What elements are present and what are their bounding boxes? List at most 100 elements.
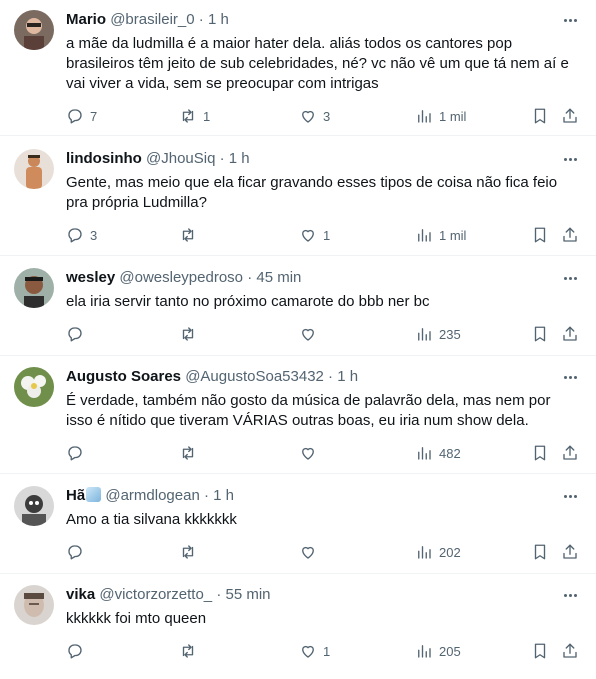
action-bar: 235 bbox=[66, 324, 580, 344]
views-count: 1 mil bbox=[439, 227, 467, 243]
tweet-header: lindosinho @JhouSiq · 1 h bbox=[66, 149, 556, 169]
reply-button[interactable]: 3 bbox=[66, 225, 97, 245]
user-handle[interactable]: @owesleypedroso bbox=[119, 269, 243, 286]
more-icon[interactable] bbox=[560, 369, 580, 385]
more-icon[interactable] bbox=[560, 151, 580, 167]
reply-feed: Mario @brasileir_0 · 1 h a mãe da ludmil… bbox=[0, 0, 596, 679]
timestamp[interactable]: 1 h bbox=[229, 150, 250, 167]
share-button[interactable] bbox=[561, 641, 579, 661]
views-button[interactable]: 1 mil bbox=[415, 106, 466, 126]
bookmark-button[interactable] bbox=[531, 225, 549, 245]
share-button[interactable] bbox=[561, 324, 579, 344]
tweet-text: a mãe da ludmilla é a maior hater dela. … bbox=[66, 35, 569, 92]
views-button[interactable]: 205 bbox=[415, 641, 461, 661]
bookmark-icon bbox=[534, 544, 546, 560]
tweet[interactable]: Mario @brasileir_0 · 1 h a mãe da ludmil… bbox=[0, 0, 596, 136]
views-count: 202 bbox=[439, 544, 461, 560]
bookmark-button[interactable] bbox=[531, 443, 549, 463]
avatar[interactable] bbox=[14, 149, 54, 189]
reply-button[interactable]: 7 bbox=[66, 106, 97, 126]
like-icon bbox=[302, 645, 314, 658]
bookmark-button[interactable] bbox=[531, 641, 549, 661]
retweet-button[interactable] bbox=[179, 225, 203, 245]
bookmark-button[interactable] bbox=[531, 542, 549, 562]
like-button[interactable]: 1 bbox=[299, 641, 330, 661]
reply-button[interactable] bbox=[66, 443, 90, 463]
display-name[interactable]: lindosinho bbox=[66, 150, 142, 167]
bookmark-button[interactable] bbox=[531, 106, 549, 126]
ice-cube-emoji bbox=[86, 487, 102, 502]
more-icon[interactable] bbox=[560, 12, 580, 28]
like-button[interactable]: 1 bbox=[299, 225, 330, 245]
views-icon bbox=[418, 447, 431, 460]
retweet-icon bbox=[182, 228, 194, 242]
share-button[interactable] bbox=[561, 106, 579, 126]
display-name[interactable]: Hã bbox=[66, 487, 85, 504]
action-bar: 1 205 bbox=[66, 641, 580, 661]
like-icon bbox=[302, 546, 314, 559]
display-name[interactable]: wesley bbox=[66, 269, 115, 286]
like-button[interactable] bbox=[299, 324, 323, 344]
avatar[interactable] bbox=[14, 585, 54, 625]
action-bar: 7 1 3 1 mil bbox=[66, 106, 580, 126]
more-icon[interactable] bbox=[560, 270, 580, 286]
share-button[interactable] bbox=[561, 443, 579, 463]
user-handle[interactable]: @armdlogean bbox=[105, 487, 199, 504]
display-name[interactable]: Mario bbox=[66, 11, 106, 28]
separator-dot: · bbox=[328, 368, 334, 385]
like-button[interactable]: 3 bbox=[299, 106, 330, 126]
timestamp[interactable]: 1 h bbox=[208, 11, 229, 28]
display-name[interactable]: vika bbox=[66, 586, 95, 603]
user-handle[interactable]: @AugustoSoa53432 bbox=[185, 368, 324, 385]
more-icon[interactable] bbox=[560, 488, 580, 504]
reply-button[interactable] bbox=[66, 641, 90, 661]
tweet[interactable]: wesley @owesleypedroso · 45 min ela iria… bbox=[0, 258, 596, 356]
views-button[interactable]: 235 bbox=[415, 324, 461, 344]
retweet-button[interactable] bbox=[179, 641, 203, 661]
bookmark-button[interactable] bbox=[531, 324, 549, 344]
retweet-button[interactable] bbox=[179, 542, 203, 562]
user-handle[interactable]: @JhouSiq bbox=[146, 150, 215, 167]
views-button[interactable]: 202 bbox=[415, 542, 461, 562]
tweet[interactable]: vika @victorzorzetto_ · 55 min kkkkkk fo… bbox=[0, 575, 596, 679]
bookmark-icon bbox=[534, 643, 546, 659]
views-button[interactable]: 1 mil bbox=[415, 225, 466, 245]
avatar[interactable] bbox=[14, 10, 54, 50]
timestamp[interactable]: 1 h bbox=[213, 487, 234, 504]
tweet-header: Mario @brasileir_0 · 1 h bbox=[66, 10, 556, 30]
views-icon bbox=[418, 546, 431, 559]
tweet-text: Amo a tia silvana kkkkkkk bbox=[66, 511, 237, 528]
user-handle[interactable]: @brasileir_0 bbox=[110, 11, 194, 28]
timestamp[interactable]: 45 min bbox=[256, 269, 301, 286]
share-button[interactable] bbox=[561, 225, 579, 245]
like-button[interactable] bbox=[299, 443, 323, 463]
views-count: 235 bbox=[439, 326, 461, 342]
avatar[interactable] bbox=[14, 486, 54, 526]
reply-button[interactable] bbox=[66, 324, 90, 344]
timestamp[interactable]: 1 h bbox=[337, 368, 358, 385]
views-button[interactable]: 482 bbox=[415, 443, 461, 463]
reply-button[interactable] bbox=[66, 542, 90, 562]
more-icon[interactable] bbox=[560, 587, 580, 603]
user-handle[interactable]: @victorzorzetto_ bbox=[99, 586, 212, 603]
tweet[interactable]: Hã @armdlogean · 1 h Amo a tia silvana k… bbox=[0, 476, 596, 574]
display-name[interactable]: Augusto Soares bbox=[66, 368, 181, 385]
avatar[interactable] bbox=[14, 367, 54, 407]
share-button[interactable] bbox=[561, 542, 579, 562]
reply-icon bbox=[68, 545, 82, 560]
tweet[interactable]: Augusto Soares @AugustoSoa53432 · 1 h É … bbox=[0, 357, 596, 474]
retweet-button[interactable]: 1 bbox=[179, 106, 210, 126]
like-button[interactable] bbox=[299, 542, 323, 562]
tweet-header: vika @victorzorzetto_ · 55 min bbox=[66, 585, 556, 605]
retweet-button[interactable] bbox=[179, 324, 203, 344]
avatar[interactable] bbox=[14, 268, 54, 308]
like-count: 3 bbox=[323, 108, 331, 124]
bookmark-icon bbox=[534, 445, 546, 461]
retweet-button[interactable] bbox=[179, 443, 203, 463]
retweet-icon bbox=[182, 545, 194, 559]
tweet-text: kkkkkk foi mto queen bbox=[66, 610, 207, 627]
bookmark-icon bbox=[534, 326, 546, 342]
like-count: 1 bbox=[323, 227, 331, 243]
tweet[interactable]: lindosinho @JhouSiq · 1 h Gente, mas mei… bbox=[0, 139, 596, 256]
timestamp[interactable]: 55 min bbox=[225, 586, 270, 603]
